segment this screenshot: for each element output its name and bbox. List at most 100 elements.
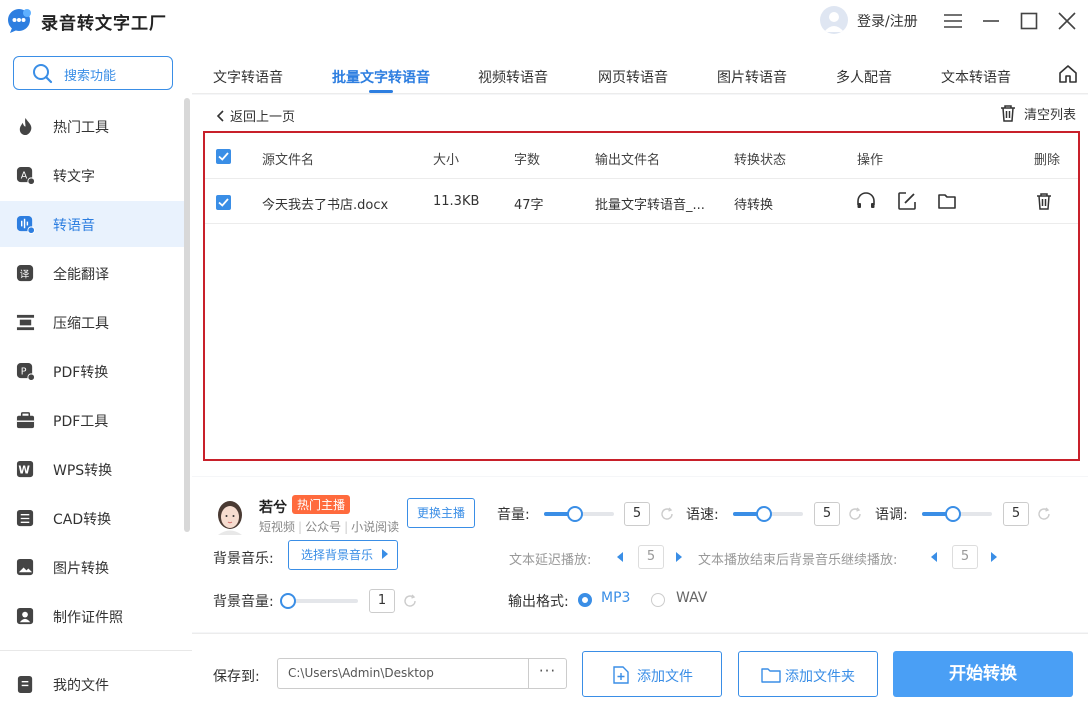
- anchor-tag: 短视频: [259, 520, 296, 534]
- svg-text:W: W: [18, 464, 30, 476]
- sidebar-item-label: 全能翻译: [53, 267, 109, 283]
- search-function-button[interactable]: 搜索功能: [13, 56, 173, 90]
- caret-right-icon: [381, 549, 388, 559]
- bg-volume-label: 背景音量:: [213, 594, 274, 610]
- tab-web-to-speech[interactable]: 网页转语音: [598, 67, 668, 87]
- tab-batch-text-to-speech[interactable]: 批量文字转语音: [332, 67, 430, 87]
- anchor-tags: 短视频 | 公众号 | 小说阅读: [259, 520, 400, 534]
- id-photo-icon: [16, 607, 34, 625]
- bg-volume-slider-track[interactable]: [288, 599, 358, 603]
- sidebar-item-to-text[interactable]: A 转文字: [0, 152, 184, 198]
- anchor-tag: 小说阅读: [351, 520, 400, 534]
- continue-increase-arrow[interactable]: [991, 552, 997, 562]
- add-file-button[interactable]: 添加文件: [582, 651, 722, 697]
- sidebar-item-cad-convert[interactable]: CAD转换: [0, 495, 184, 541]
- user-avatar[interactable]: [820, 6, 848, 34]
- select-bgm-button[interactable]: 选择背景音乐: [288, 540, 398, 570]
- sidebar-item-wps-convert[interactable]: W WPS转换: [0, 446, 184, 492]
- sidebar: 搜索功能 热门工具 A 转文字 转语音 译 全能翻译 压缩工具 P PDF转换 …: [0, 42, 192, 710]
- voice-settings-panel: 若兮 热门主播 短视频 | 公众号 | 小说阅读 更换主播 音量: 5 语速: 5 语调…: [192, 477, 1088, 632]
- image-icon: [16, 558, 34, 576]
- add-file-icon: [613, 666, 629, 684]
- menu-icon[interactable]: [942, 10, 964, 32]
- chevron-left-icon: [216, 110, 224, 122]
- sidebar-item-image-convert[interactable]: 图片转换: [0, 544, 184, 590]
- bg-volume-slider-knob[interactable]: [280, 593, 296, 609]
- speed-label: 语速:: [686, 507, 719, 523]
- volume-value[interactable]: 5: [624, 502, 650, 526]
- sidebar-item-pdf-convert[interactable]: P PDF转换: [0, 348, 184, 394]
- continue-value[interactable]: 5: [952, 545, 978, 569]
- add-file-label: 添加文件: [637, 669, 693, 685]
- sidebar-item-label: CAD转换: [53, 512, 112, 528]
- bgm-label: 背景音乐:: [213, 551, 274, 567]
- sidebar-item-to-voice[interactable]: 转语音: [0, 201, 184, 247]
- delay-decrease-arrow[interactable]: [617, 552, 623, 562]
- back-label: 返回上一页: [230, 110, 296, 125]
- minimize-icon[interactable]: [980, 10, 1002, 32]
- tab-multi-voice[interactable]: 多人配音: [836, 67, 892, 87]
- sidebar-item-compress[interactable]: 压缩工具: [0, 299, 184, 345]
- continue-label: 文本播放结束后背景音乐继续播放:: [698, 553, 898, 568]
- title-bar: 录音转文字工厂 登录/注册: [0, 0, 1088, 42]
- sidebar-item-id-photo[interactable]: 制作证件照: [0, 593, 184, 639]
- app-logo-icon: [8, 9, 31, 33]
- sidebar-item-label: 转文字: [53, 169, 95, 185]
- sidebar-scrollbar[interactable]: [184, 98, 190, 532]
- main-area: 文字转语音 批量文字转语音 视频转语音 网页转语音 图片转语音 多人配音 文本转…: [192, 42, 1088, 710]
- tab-file-to-speech[interactable]: 文本转语音: [941, 67, 1011, 87]
- delay-increase-arrow[interactable]: [676, 552, 682, 562]
- speed-value[interactable]: 5: [814, 502, 840, 526]
- reset-icon[interactable]: [848, 507, 862, 521]
- trash-icon: [1001, 105, 1015, 122]
- start-convert-button[interactable]: 开始转换: [893, 651, 1073, 697]
- text-convert-icon: A: [16, 166, 35, 185]
- format-wav-radio[interactable]: [651, 593, 665, 607]
- highlight-frame: [203, 131, 1080, 461]
- format-wav-label[interactable]: WAV: [676, 590, 707, 606]
- sidebar-item-label: PDF转换: [53, 365, 109, 381]
- svg-text:P: P: [21, 366, 27, 377]
- reset-icon[interactable]: [1037, 507, 1051, 521]
- sidebar-item-hot-tools[interactable]: 热门工具: [0, 103, 184, 149]
- close-icon[interactable]: [1056, 10, 1078, 32]
- reset-icon[interactable]: [660, 507, 674, 521]
- add-folder-button[interactable]: 添加文件夹: [738, 651, 878, 697]
- continue-decrease-arrow[interactable]: [931, 552, 937, 562]
- anchor-name: 若兮: [259, 500, 287, 516]
- pitch-slider-knob[interactable]: [945, 506, 961, 522]
- tab-text-to-speech[interactable]: 文字转语音: [213, 67, 283, 87]
- speed-slider-knob[interactable]: [756, 506, 772, 522]
- folder-icon: [761, 668, 781, 683]
- bg-volume-value[interactable]: 1: [369, 589, 395, 613]
- sidebar-item-pdf-tools[interactable]: PDF工具: [0, 397, 184, 443]
- back-button[interactable]: 返回上一页: [216, 106, 295, 125]
- delay-value[interactable]: 5: [638, 545, 664, 569]
- pitch-value[interactable]: 5: [1003, 502, 1029, 526]
- anchor-avatar: [218, 501, 242, 535]
- format-mp3-radio[interactable]: [578, 593, 592, 607]
- login-register-link[interactable]: 登录/注册: [857, 11, 918, 31]
- my-files-icon: [17, 675, 33, 694]
- tab-image-to-speech[interactable]: 图片转语音: [717, 67, 787, 87]
- app-title: 录音转文字工厂: [41, 14, 167, 34]
- clear-list-label: 清空列表: [1024, 108, 1077, 123]
- save-path-field[interactable]: C:\Users\Admin\Desktop: [277, 658, 528, 689]
- reset-icon[interactable]: [403, 594, 417, 608]
- clear-list-button[interactable]: 清空列表: [1000, 104, 1076, 123]
- sidebar-item-translate[interactable]: 译 全能翻译: [0, 250, 184, 296]
- sidebar-item-my-files[interactable]: 我的文件: [0, 661, 184, 707]
- home-icon[interactable]: [1058, 64, 1078, 84]
- sidebar-item-label: 制作证件照: [53, 610, 123, 626]
- browse-path-button[interactable]: ···: [528, 658, 567, 689]
- add-folder-label: 添加文件夹: [785, 669, 855, 685]
- tab-video-to-speech[interactable]: 视频转语音: [478, 67, 548, 87]
- maximize-icon[interactable]: [1018, 10, 1040, 32]
- delay-label: 文本延迟播放:: [509, 553, 592, 568]
- select-bgm-label: 选择背景音乐: [301, 548, 374, 562]
- volume-slider-knob[interactable]: [567, 506, 583, 522]
- save-to-label: 保存到:: [213, 669, 260, 685]
- pdf-convert-icon: P: [16, 362, 35, 381]
- change-anchor-button[interactable]: 更换主播: [407, 498, 475, 528]
- format-mp3-label[interactable]: MP3: [601, 590, 630, 606]
